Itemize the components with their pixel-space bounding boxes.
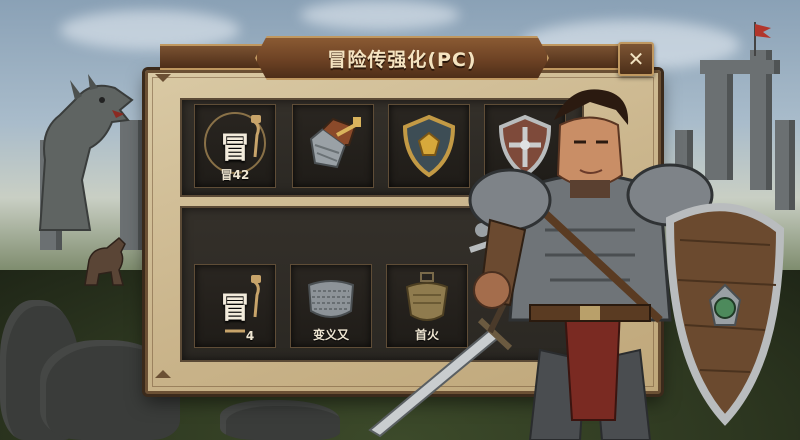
close-icon: ✕	[627, 47, 645, 71]
armored-warrior-icon	[368, 89, 785, 440]
scroll-glyph: 冒	[220, 131, 250, 166]
slot-scroll-bottom[interactable]: 冒 4	[194, 264, 276, 348]
corner-ornament	[155, 370, 171, 378]
cloud	[300, 0, 460, 30]
corner-ornament	[155, 74, 171, 82]
banner-flag-icon	[754, 22, 771, 56]
ruin-arch	[700, 60, 780, 74]
close-button[interactable]: ✕	[618, 42, 654, 76]
dialog-title: 冒险传强化(PC)	[327, 48, 477, 71]
item-count: 冒42	[220, 168, 250, 182]
rock	[220, 400, 340, 440]
item-count: 4	[245, 329, 255, 343]
wolf-creature-icon	[84, 236, 126, 286]
dragon-statue-icon	[38, 74, 134, 231]
slot-scroll-top[interactable]: 冒 冒42	[194, 104, 276, 188]
title-wing-left	[160, 44, 270, 70]
scroll-glyph: 冒	[220, 291, 250, 326]
dialog-title-bar: 冒险传强化(PC)	[255, 36, 549, 80]
